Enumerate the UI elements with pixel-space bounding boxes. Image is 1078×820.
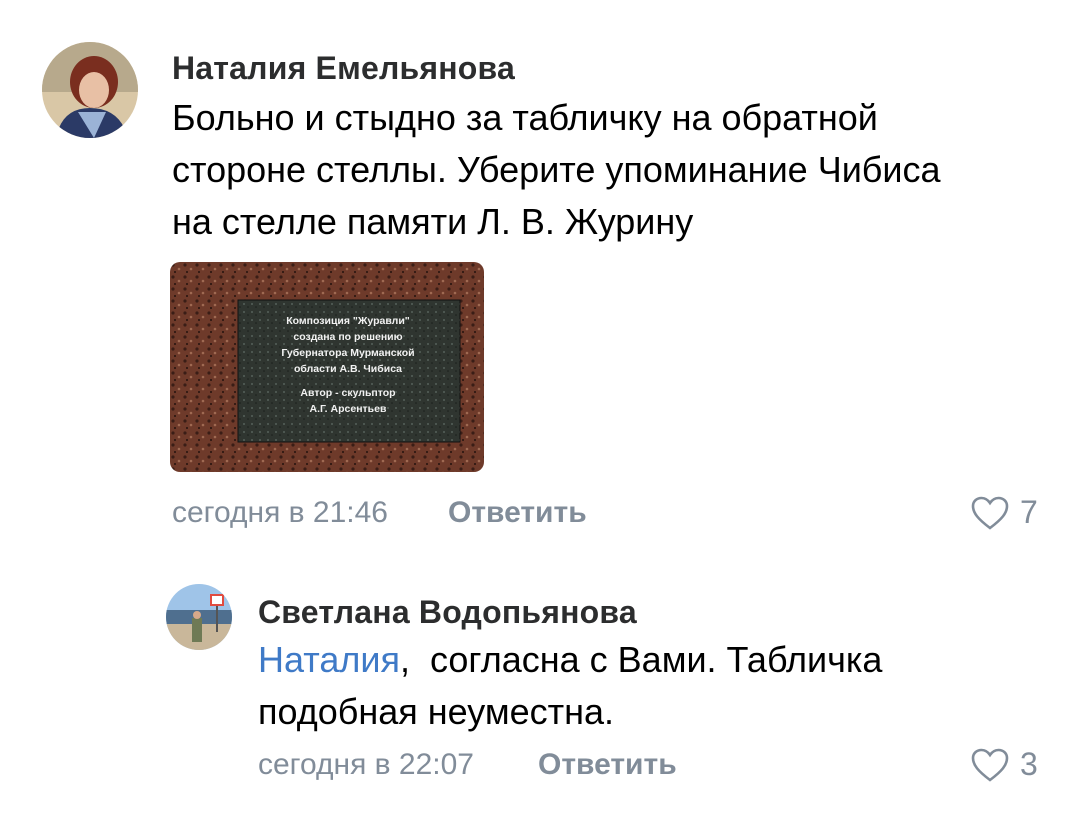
photo-attachment[interactable]: Композиция "Журавли" создана по решению … <box>170 262 484 472</box>
like-button[interactable]: 3 <box>970 746 1038 783</box>
reply-button[interactable]: Ответить <box>448 496 587 530</box>
plaque-photo: Композиция "Журавли" создана по решению … <box>170 262 484 472</box>
comment-text-segment: , согласна с Вами. Табличка <box>399 639 883 680</box>
comment-text-line: на стелле памяти Л. В. Журину <box>172 201 694 242</box>
heart-icon <box>971 496 1009 530</box>
comment-text-line: подобная неуместна. <box>258 691 615 732</box>
plaque-text: создана по решению <box>293 331 402 343</box>
comment-text-line: стороне стеллы. Уберите упоминание Чибис… <box>172 149 941 190</box>
plaque-text: области А.В. Чибиса <box>294 363 402 375</box>
comment-text: Больно и стыдно за табличку на обратной … <box>172 92 941 248</box>
comment-author[interactable]: Светлана Водопьянова <box>258 594 637 631</box>
like-button[interactable]: 7 <box>970 494 1038 531</box>
comment-time: сегодня в 21:46 <box>172 496 388 529</box>
comment-text-line: Наталия, согласна с Вами. Табличка <box>258 634 882 686</box>
plaque-text: Композиция "Журавли" <box>286 315 410 327</box>
mention-link[interactable]: Наталия <box>258 639 400 680</box>
like-count: 7 <box>1020 494 1038 530</box>
plaque-text: Автор - скульптор <box>300 387 395 399</box>
plaque-text: Губернатора Мурманской <box>281 347 414 359</box>
comment-1: Наталия Емельянова Больно и стыдно за та… <box>0 0 1078 560</box>
reply-button[interactable]: Ответить <box>538 748 677 782</box>
heart-icon <box>971 748 1009 782</box>
avatar[interactable] <box>166 584 232 650</box>
comment-time: сегодня в 22:07 <box>258 748 474 781</box>
comment-text: Наталия, согласна с Вами. Табличка подоб… <box>258 634 882 738</box>
avatar-image <box>166 584 232 650</box>
avatar-image <box>42 42 138 138</box>
comment-author[interactable]: Наталия Емельянова <box>172 50 515 87</box>
comment-2: Светлана Водопьянова Наталия, согласна с… <box>0 560 1078 820</box>
comment-text-line: Больно и стыдно за табличку на обратной <box>172 97 878 138</box>
like-count: 3 <box>1020 746 1038 782</box>
avatar[interactable] <box>42 42 138 138</box>
plaque-text: А.Г. Арсентьев <box>310 403 387 415</box>
